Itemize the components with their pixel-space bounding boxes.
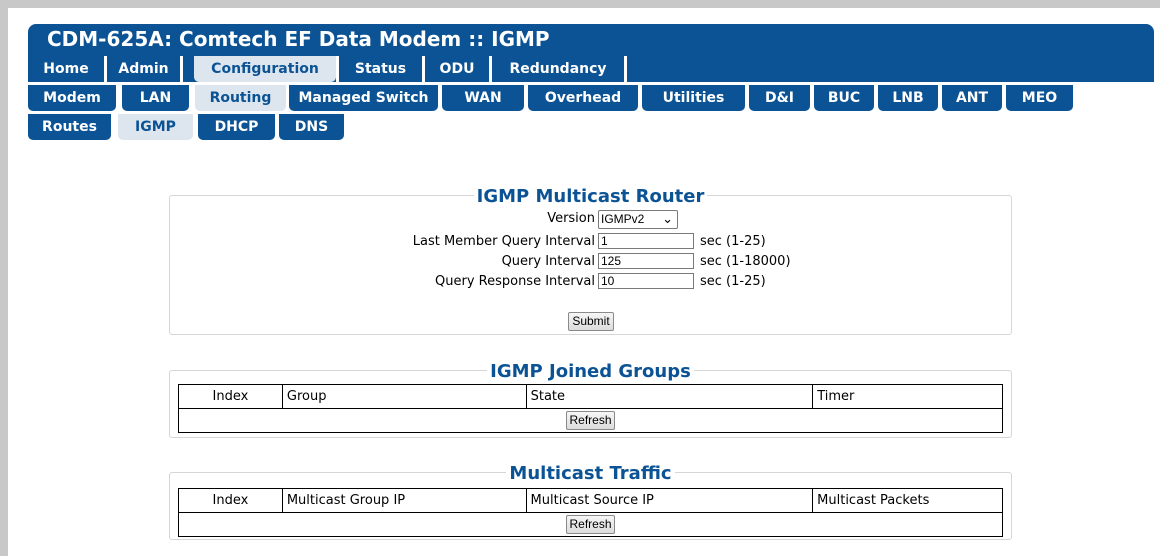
- tab-utilities[interactable]: Utilities: [642, 85, 745, 111]
- routing-subnav: Routes IGMP DHCP DNS: [28, 114, 348, 140]
- igmp-router-panel: IGMP Multicast Router Version IGMPv2 ⌄ L…: [169, 186, 1013, 335]
- column-header-multicast-source-ip: Multicast Source IP: [525, 488, 814, 513]
- tab-overhead[interactable]: Overhead: [528, 85, 638, 111]
- refresh-cell: Refresh: [178, 408, 1003, 433]
- column-header-index: Index: [178, 488, 283, 513]
- tab-modem[interactable]: Modem: [28, 85, 116, 111]
- tab-redundancy[interactable]: Redundancy: [492, 56, 624, 82]
- query-response-input[interactable]: [598, 273, 694, 289]
- table-footer-row: Refresh: [178, 408, 1003, 433]
- tab-meo[interactable]: MEO: [1006, 85, 1073, 111]
- window-frame-top: [0, 0, 1160, 8]
- tab-routing[interactable]: Routing: [195, 85, 286, 111]
- tab-managed-switch[interactable]: Managed Switch: [289, 85, 438, 111]
- tab-igmp[interactable]: IGMP: [118, 114, 193, 140]
- panel-title-text: IGMP Joined Groups: [487, 361, 694, 382]
- tab-lan[interactable]: LAN: [122, 85, 189, 111]
- column-header-index: Index: [178, 384, 283, 409]
- tab-configuration[interactable]: Configuration: [194, 56, 336, 82]
- tab-separator: [624, 56, 627, 82]
- tab-odu[interactable]: ODU: [425, 56, 489, 82]
- window-frame-left: [0, 0, 8, 556]
- tab-dns[interactable]: DNS: [279, 114, 344, 140]
- panel-title: IGMP Joined Groups: [170, 361, 1011, 382]
- refresh-cell: Refresh: [178, 512, 1003, 537]
- last-member-query-row: Last Member Query Interval sec (1-25): [170, 233, 1013, 251]
- version-row: Version IGMPv2 ⌄: [170, 210, 1013, 229]
- column-header-multicast-group-ip: Multicast Group IP: [281, 488, 527, 513]
- query-response-label: Query Response Interval: [435, 274, 595, 289]
- refresh-button[interactable]: Refresh: [566, 411, 615, 430]
- page-title: CDM-625A: Comtech EF Data Modem :: IGMP: [28, 24, 1154, 56]
- query-response-row: Query Response Interval sec (1-25): [170, 273, 1013, 291]
- config-subnav: Modem LAN Routing Managed Switch WAN Ove…: [28, 85, 1086, 111]
- tab-d-and-i[interactable]: D&I: [749, 85, 810, 111]
- tab-home[interactable]: Home: [28, 56, 104, 82]
- table-footer-row: Refresh: [178, 512, 1003, 537]
- version-select[interactable]: IGMPv2 ⌄: [598, 210, 678, 229]
- query-response-unit: sec (1-25): [700, 274, 766, 289]
- tab-dhcp[interactable]: DHCP: [198, 114, 275, 140]
- column-header-timer: Timer: [812, 384, 1003, 409]
- table-header-row: Index Group State Timer: [178, 384, 1003, 409]
- query-interval-unit: sec (1-18000): [700, 254, 791, 269]
- tab-buc[interactable]: BUC: [814, 85, 874, 111]
- main-nav: Home Admin Configuration Status ODU Redu…: [28, 56, 1154, 82]
- tab-admin[interactable]: Admin: [107, 56, 180, 82]
- query-interval-label: Query Interval: [501, 254, 595, 269]
- panel-title-text: IGMP Multicast Router: [473, 186, 708, 207]
- panel-title: Multicast Traffic: [170, 463, 1011, 484]
- tab-separator: [180, 56, 183, 82]
- tab-ant[interactable]: ANT: [942, 85, 1002, 111]
- multicast-traffic-panel: Multicast Traffic Index Multicast Group …: [169, 463, 1012, 540]
- query-interval-row: Query Interval sec (1-18000): [170, 253, 1013, 271]
- joined-groups-panel: IGMP Joined Groups Index Group State Tim…: [169, 361, 1012, 438]
- tab-wan[interactable]: WAN: [442, 85, 524, 111]
- query-interval-input[interactable]: [598, 253, 694, 269]
- submit-button[interactable]: Submit: [568, 312, 614, 331]
- tab-status[interactable]: Status: [339, 56, 422, 82]
- joined-groups-table: Index Group State Timer Refresh: [178, 384, 1003, 433]
- panel-title-text: Multicast Traffic: [506, 463, 675, 484]
- version-label: Version: [547, 211, 595, 226]
- last-member-query-input[interactable]: [598, 233, 694, 249]
- column-header-multicast-packets: Multicast Packets: [812, 488, 1003, 513]
- last-member-query-label: Last Member Query Interval: [412, 234, 595, 249]
- column-header-group: Group: [281, 384, 527, 409]
- tab-lnb[interactable]: LNB: [878, 85, 938, 111]
- chevron-down-icon: ⌄: [662, 211, 673, 226]
- tab-routes[interactable]: Routes: [28, 114, 111, 140]
- last-member-query-unit: sec (1-25): [700, 234, 766, 249]
- panel-title: IGMP Multicast Router: [170, 186, 1011, 207]
- multicast-traffic-table: Index Multicast Group IP Multicast Sourc…: [178, 488, 1003, 537]
- table-header-row: Index Multicast Group IP Multicast Sourc…: [178, 488, 1003, 513]
- column-header-state: State: [525, 384, 814, 409]
- refresh-button[interactable]: Refresh: [566, 515, 615, 534]
- version-select-value: IGMPv2: [601, 212, 645, 226]
